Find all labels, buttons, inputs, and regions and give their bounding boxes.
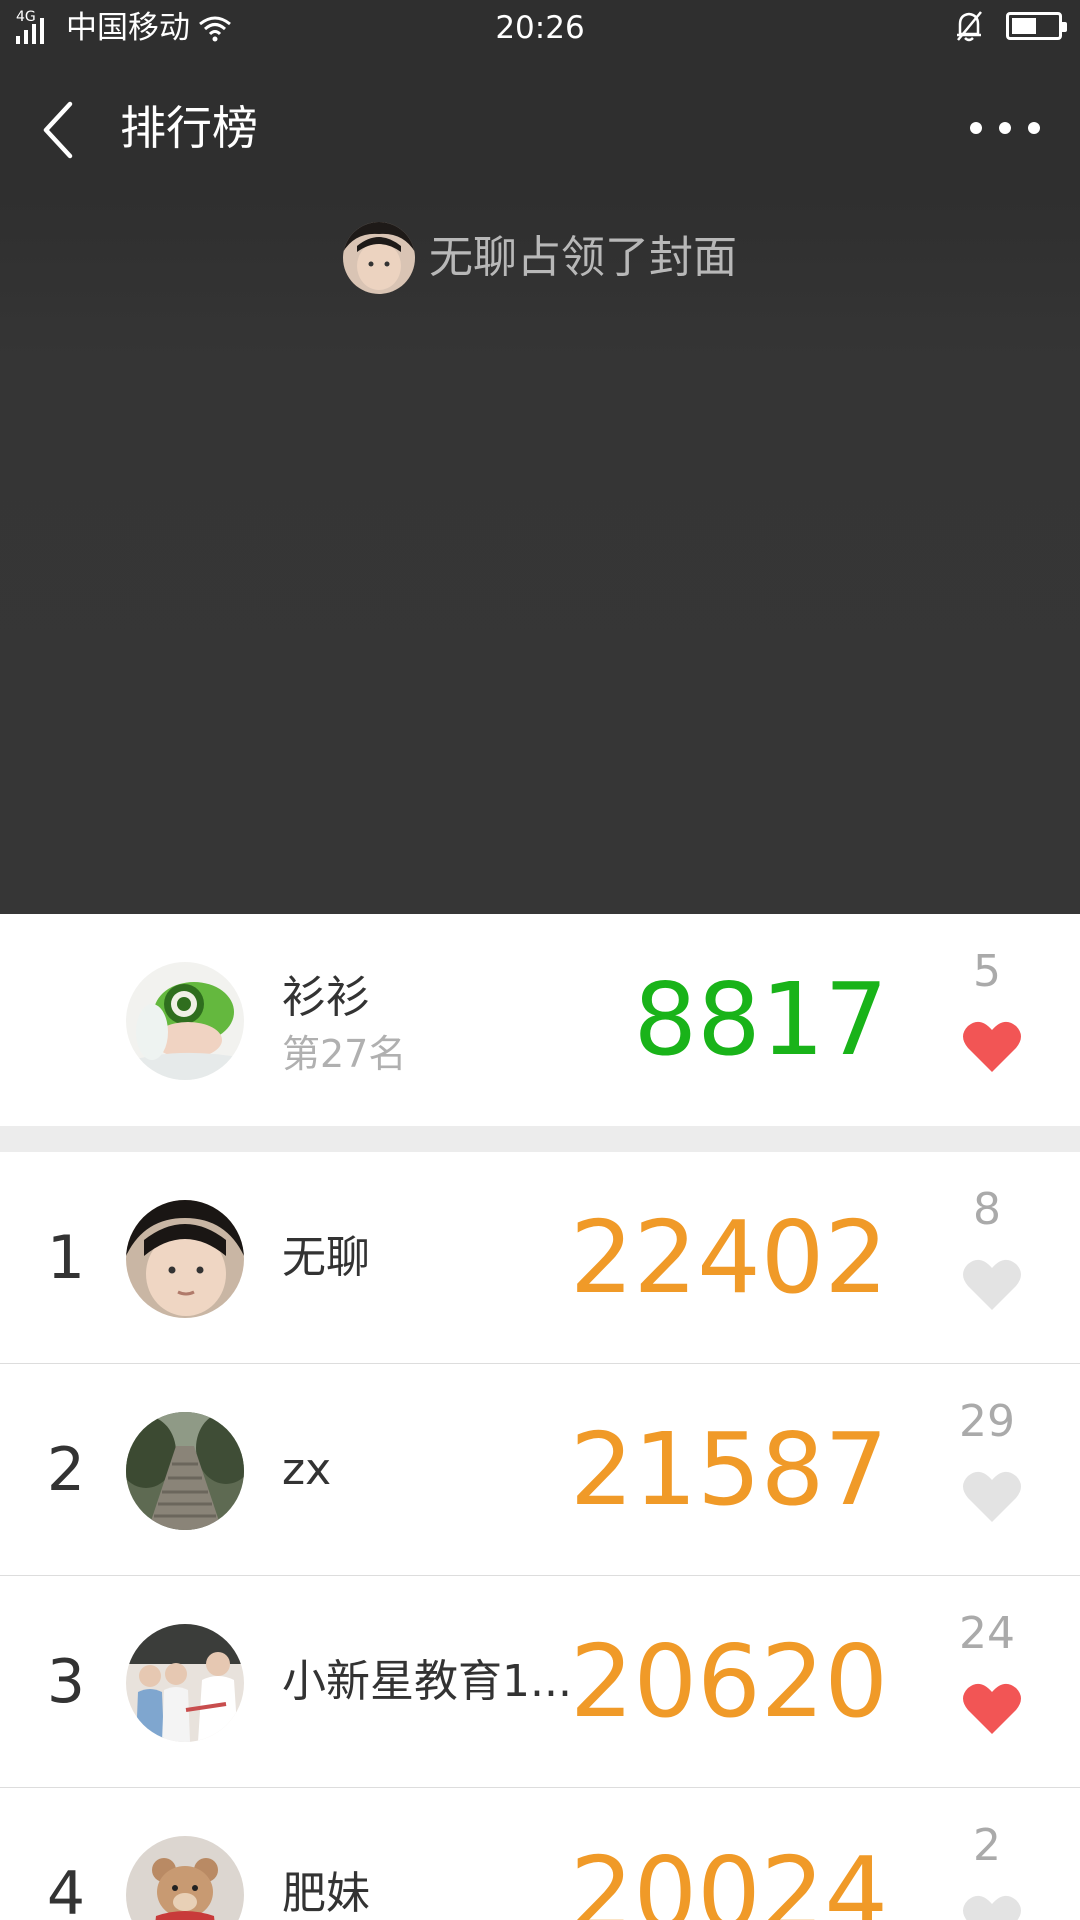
avatar[interactable] <box>126 1836 244 1920</box>
avatar[interactable] <box>126 1412 244 1530</box>
rank-number: 4 <box>46 1859 86 1920</box>
avatar[interactable] <box>126 1200 244 1318</box>
like-count: 8 <box>973 1184 1001 1235</box>
rank-number: 1 <box>46 1223 86 1293</box>
list-item[interactable]: 1 无聊 22402 8 <box>0 1152 1080 1364</box>
list-item[interactable]: 2 zx 21587 29 <box>0 1364 1080 1576</box>
step-count: 20620 <box>569 1623 888 1740</box>
list-item[interactable]: 4 肥妹 20024 2 <box>0 1788 1080 1920</box>
heart-icon[interactable] <box>962 1258 1022 1312</box>
heart-icon[interactable] <box>962 1470 1022 1524</box>
like-count: 2 <box>973 1820 1001 1871</box>
user-name: zx <box>282 1444 332 1495</box>
my-like-count: 5 <box>973 946 1001 997</box>
cover-owner-text: 无聊占领了封面 <box>429 232 737 283</box>
my-rank-label: 第27名 <box>282 1032 407 1076</box>
my-name: 衫衫 <box>282 972 370 1023</box>
status-right <box>954 10 1067 42</box>
rank-number: 2 <box>46 1435 86 1505</box>
avatar[interactable] <box>126 1624 244 1742</box>
heart-icon[interactable] <box>962 1020 1022 1074</box>
battery-icon <box>1006 12 1067 40</box>
status-time: 20:26 <box>495 10 585 46</box>
avatar[interactable] <box>343 222 415 294</box>
user-name: 小新星教育1... <box>282 1656 572 1707</box>
cover-area[interactable]: 排行榜 无聊占领了封面 <box>0 58 1080 914</box>
bell-off-icon <box>957 11 982 42</box>
my-rank-row[interactable]: 衫衫 第27名 8817 5 <box>0 914 1080 1126</box>
heart-icon[interactable] <box>962 1682 1022 1736</box>
more-dots-icon[interactable] <box>970 100 1040 156</box>
heart-icon[interactable] <box>962 1894 1022 1920</box>
status-bar: 4G 中国移动 20:26 <box>0 0 1080 58</box>
step-count: 22402 <box>569 1199 888 1316</box>
page-title: 排行榜 <box>120 101 258 155</box>
step-count: 20024 <box>569 1835 888 1920</box>
cover-owner[interactable]: 无聊占领了封面 <box>0 222 1080 294</box>
user-name: 无聊 <box>282 1232 370 1283</box>
rank-number: 3 <box>46 1647 86 1717</box>
user-name: 肥妹 <box>282 1868 370 1919</box>
list-item[interactable]: 3 小新星教育1... 20620 24 <box>0 1576 1080 1788</box>
avatar[interactable] <box>126 962 244 1080</box>
step-count: 21587 <box>569 1411 888 1528</box>
like-count: 24 <box>959 1608 1015 1659</box>
my-steps: 8817 <box>633 961 889 1078</box>
leaderboard-list: 1 无聊 22402 8 2 zx 21587 29 3 小新星教育1... 2… <box>0 1152 1080 1920</box>
chevron-left-icon[interactable] <box>36 98 80 162</box>
section-divider <box>0 1126 1080 1152</box>
like-count: 29 <box>959 1396 1015 1447</box>
